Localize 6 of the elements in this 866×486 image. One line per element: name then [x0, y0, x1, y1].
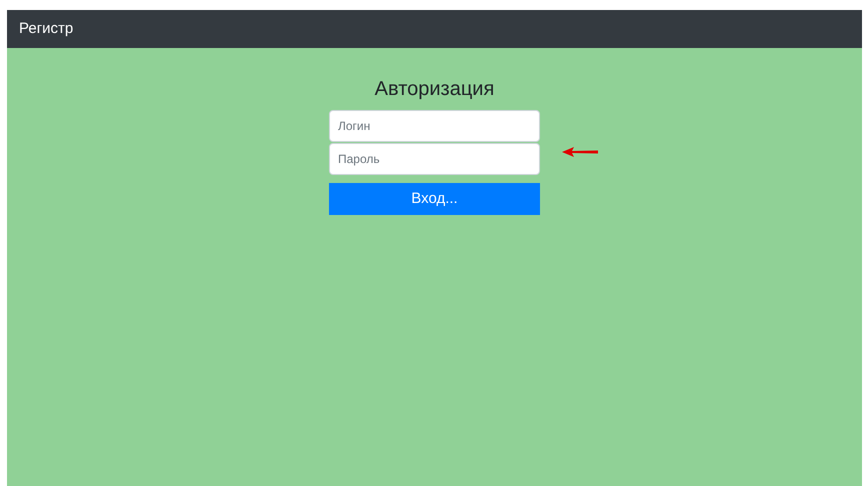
login-button[interactable]: Вход... [329, 183, 540, 215]
input-field[interactable]: Логин [329, 110, 540, 142]
form-title: Авторизация [374, 77, 494, 102]
brand-link[interactable]: Регистр [19, 18, 74, 40]
arrow-icon [562, 147, 598, 157]
input-field[interactable]: Пароль [329, 143, 540, 175]
